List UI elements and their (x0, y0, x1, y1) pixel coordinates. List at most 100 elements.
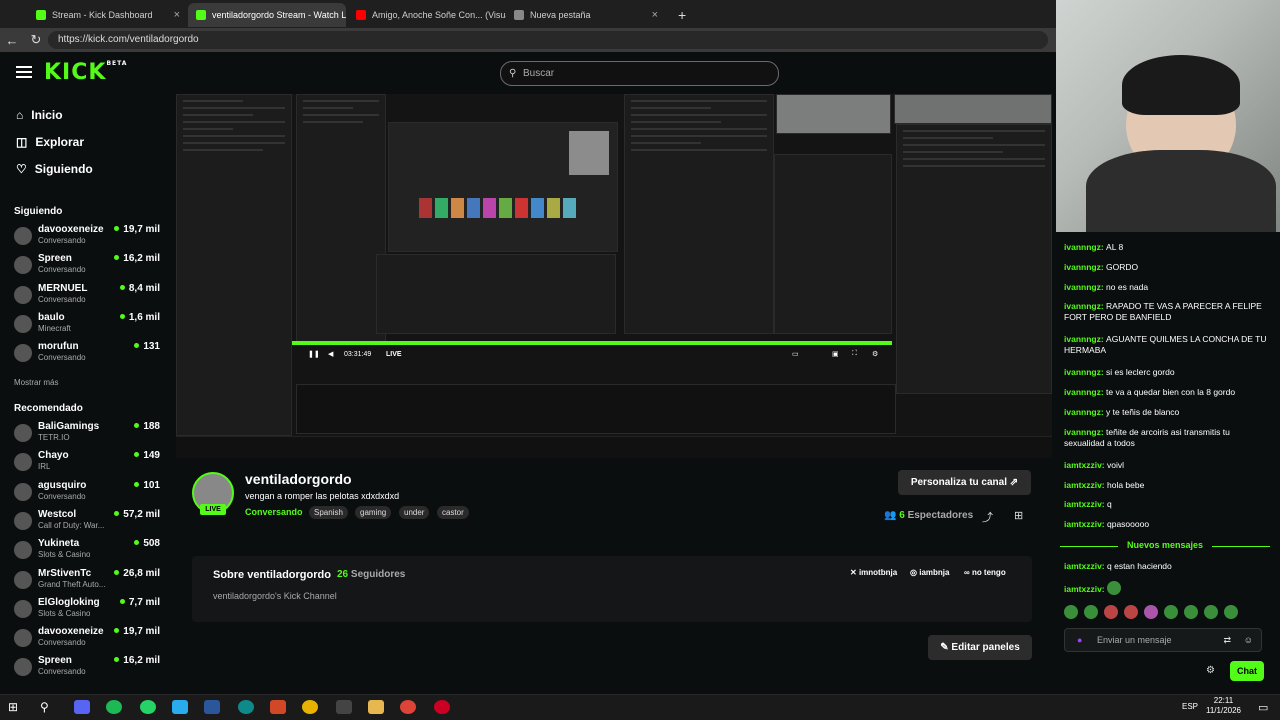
url-field[interactable]: https://kick.com/ventiladorgordo (48, 31, 1048, 49)
chat-username[interactable]: ivannngz (1064, 407, 1101, 417)
sidebar-channel-spreen[interactable]: Spreen Conversando 16,2 mil (14, 253, 164, 281)
browser-tab[interactable]: Stream - Kick Dashboard × (28, 3, 188, 27)
chat-username[interactable]: ivannngz (1064, 387, 1101, 397)
emote-icon[interactable] (1144, 605, 1158, 619)
video-progress-bar[interactable] (292, 341, 892, 345)
sidebar-channel-davooxeneize[interactable]: davooxeneize Conversando 19,7 mil (14, 224, 164, 252)
notification-icon[interactable]: ▭ (1258, 701, 1268, 714)
volume-icon[interactable]: ◀ (328, 350, 333, 358)
tag-chip[interactable]: Spanish (309, 506, 348, 519)
chrome-icon[interactable] (302, 700, 318, 714)
windows-start-icon[interactable]: ⊞ (8, 700, 24, 714)
sidebar-channel-chayo[interactable]: Chayo IRL 149 (14, 450, 164, 478)
discord-icon[interactable] (74, 700, 90, 714)
bookmark-icon[interactable]: ⊞ (1014, 509, 1023, 522)
chat-username[interactable]: ivannngz (1064, 334, 1101, 344)
chat-username[interactable]: iamtxzziv (1064, 519, 1102, 529)
social-x-link[interactable]: ✕ imnotbnja (850, 568, 897, 577)
sidebar-channel-davooxeneize[interactable]: davooxeneize Conversando 19,7 mil (14, 626, 164, 654)
sidebar-channel-mernuel[interactable]: MERNUEL Conversando 8,4 mil (14, 283, 164, 311)
chat-username[interactable]: iamtxzziv (1064, 561, 1102, 571)
chat-username[interactable]: ivannngz (1064, 367, 1101, 377)
chat-username[interactable]: iamtxzziv (1064, 480, 1102, 490)
customize-channel-button[interactable]: Personaliza tu canal ⇗ (898, 470, 1031, 495)
sidebar-channel-baulo[interactable]: baulo Minecraft 1,6 mil (14, 312, 164, 340)
browser-tab[interactable]: Amigo, Anoche Soñe Con... (Visual × (348, 3, 506, 27)
spotify-icon[interactable] (106, 700, 122, 714)
sidebar-channel-westcol[interactable]: Westcol Call of Duty: War... 57,2 mil (14, 509, 164, 537)
chat-username[interactable]: ivannngz (1064, 242, 1101, 252)
chat-input[interactable]: ● Enviar un mensaje ⇄ ☺ (1064, 628, 1262, 652)
sidebar-channel-yukineta[interactable]: Yukineta Slots & Casino 508 (14, 538, 164, 566)
chat-username[interactable]: iamtxzziv (1064, 584, 1102, 594)
new-messages-divider[interactable]: Nuevos mensajes (1060, 540, 1270, 552)
emote-icon[interactable] (1164, 605, 1178, 619)
translate-icon[interactable]: ⇄ (1223, 629, 1231, 651)
edge-icon[interactable] (238, 700, 254, 714)
pause-icon[interactable]: ❚❚ (308, 350, 320, 358)
search-icon[interactable]: ⚲ (40, 700, 56, 714)
close-icon[interactable]: × (652, 9, 658, 21)
app-icon[interactable] (336, 700, 352, 714)
sidebar-channel-agusquiro[interactable]: agusquiro Conversando 101 (14, 480, 164, 508)
whatsapp-icon[interactable] (140, 700, 156, 714)
emote-icon[interactable] (1084, 605, 1098, 619)
reload-icon[interactable]: ↻ (24, 32, 48, 48)
social-instagram-link[interactable]: ◎ iambnja (910, 568, 949, 577)
chat-username[interactable]: ivannngz (1064, 282, 1101, 292)
app-icon[interactable] (434, 700, 450, 714)
theater-icon[interactable]: ▭ (792, 350, 799, 358)
file-explorer-icon[interactable] (368, 700, 384, 714)
stream-category[interactable]: Conversando (245, 507, 303, 517)
nav-explorar[interactable]: ◫ Explorar (16, 135, 84, 149)
settings-icon[interactable]: ⚙ (872, 350, 878, 358)
microphone-icon[interactable]: ● (1077, 629, 1082, 651)
sidebar-channel-morufun[interactable]: morufun Conversando 131 (14, 341, 164, 369)
tag-chip[interactable]: castor (437, 506, 469, 519)
emoji-icon[interactable]: ☺ (1244, 629, 1253, 651)
powerpoint-icon[interactable] (270, 700, 286, 714)
chat-username[interactable]: iamtxzziv (1064, 499, 1102, 509)
chat-username[interactable]: ivannngz (1064, 427, 1101, 437)
chat-username[interactable]: ivannngz (1064, 262, 1101, 272)
sidebar-channel-baligamings[interactable]: BaliGamings TETR.IO 188 (14, 421, 164, 449)
word-icon[interactable] (204, 700, 220, 714)
emote-icon[interactable] (1184, 605, 1198, 619)
browser-tab-active[interactable]: ventiladorgordo Stream - Watch L × (188, 3, 346, 27)
sidebar-channel-elglogloking[interactable]: ElGlogloking Slots & Casino 7,7 mil (14, 597, 164, 625)
system-clock[interactable]: 22:11 11/1/2026 (1206, 696, 1241, 716)
video-player[interactable] (176, 94, 1052, 436)
browser-tab[interactable]: Nueva pestaña × (506, 3, 666, 27)
social-link[interactable]: ∞ no tengo (964, 568, 1006, 577)
show-more-link[interactable]: Mostrar más (14, 378, 58, 387)
emote-icon[interactable] (1064, 605, 1078, 619)
tag-chip[interactable]: gaming (355, 506, 392, 519)
chrome-alt-icon[interactable] (400, 700, 416, 714)
emote-icon[interactable] (1104, 605, 1118, 619)
kick-logo[interactable]: KICKBETA (44, 60, 127, 85)
back-icon[interactable]: ← (0, 33, 24, 48)
send-chat-button[interactable]: Chat (1230, 661, 1264, 681)
language-indicator[interactable]: ESP (1182, 702, 1198, 711)
telegram-icon[interactable] (172, 700, 188, 714)
chat-username[interactable]: iamtxzziv (1064, 460, 1102, 470)
emote-icon[interactable] (1124, 605, 1138, 619)
chat-username[interactable]: ivannngz (1064, 301, 1101, 311)
search-input[interactable]: ⚲ Buscar (500, 61, 779, 86)
edit-panels-button[interactable]: ✎ Editar paneles (928, 635, 1032, 660)
emote-icon[interactable] (1224, 605, 1238, 619)
sidebar-channel-mrstiventc[interactable]: MrStivenTc Grand Theft Auto... 26,8 mil (14, 568, 164, 596)
hamburger-menu-icon[interactable] (16, 66, 32, 78)
new-tab-button[interactable]: + (670, 3, 690, 27)
emote-icon[interactable] (1204, 605, 1218, 619)
sidebar-channel-spreen[interactable]: Spreen Conversando 16,2 mil (14, 655, 164, 683)
share-icon[interactable]: ⤴ (982, 509, 993, 525)
chat-settings-icon[interactable]: ⚙ (1206, 665, 1215, 676)
tag-chip[interactable]: under (399, 506, 430, 519)
close-icon[interactable]: × (174, 9, 180, 21)
nav-inicio[interactable]: ⌂ Inicio (16, 108, 63, 122)
nav-siguiendo[interactable]: ♡ Siguiendo (16, 162, 93, 176)
pip-icon[interactable]: ▣ (832, 350, 839, 358)
channel-name[interactable]: ventiladorgordo (245, 471, 352, 487)
fullscreen-icon[interactable]: ⛶ (852, 350, 857, 358)
